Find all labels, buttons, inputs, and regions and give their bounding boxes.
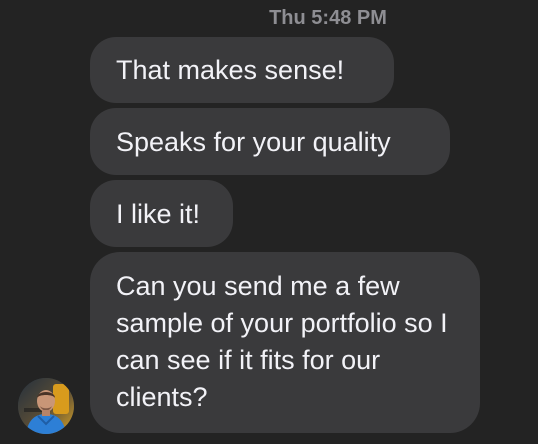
message-bubble-2[interactable]: Speaks for your quality <box>90 108 450 175</box>
message-bubble-4[interactable]: Can you send me a few sample of your por… <box>90 252 480 433</box>
contact-avatar-icon <box>18 378 74 434</box>
avatar[interactable] <box>18 378 74 434</box>
message-timestamp: Thu 5:48 PM <box>269 7 387 29</box>
message-thread: Thu 5:48 PM That makes sense! Speaks for… <box>0 0 538 444</box>
message-bubble-3[interactable]: I like it! <box>90 180 233 247</box>
message-bubble-1[interactable]: That makes sense! <box>90 37 394 103</box>
